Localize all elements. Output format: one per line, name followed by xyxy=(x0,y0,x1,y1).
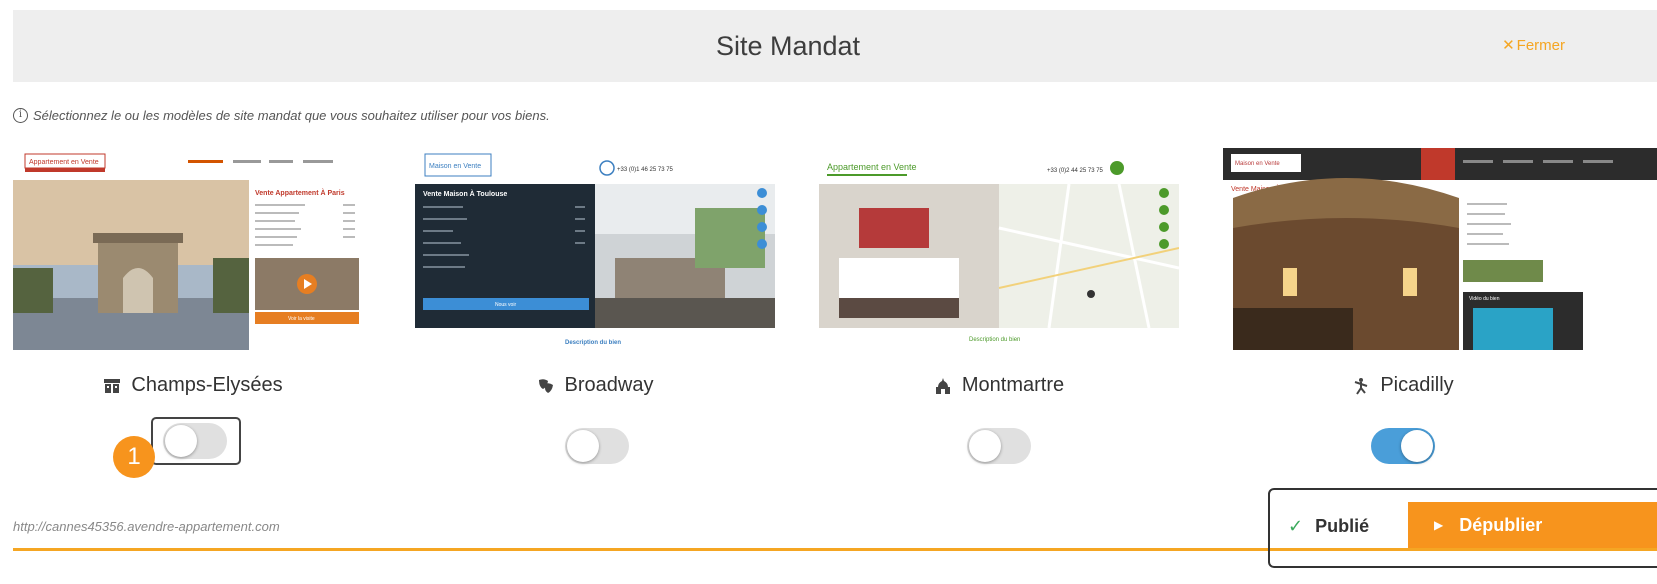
dancer-icon xyxy=(1354,377,1368,395)
close-icon: ✕ xyxy=(1502,37,1515,54)
modal-header: Site Mandat ✕ Fermer xyxy=(13,10,1657,82)
thumb-video: Vidéo du bien xyxy=(1469,296,1500,302)
info-message: i Sélectionnez le ou les modèles de site… xyxy=(13,108,550,123)
thumb-logo: Appartement en Vente xyxy=(29,159,99,166)
toggle-knob xyxy=(969,430,1001,462)
template-title: Picadilly xyxy=(1223,374,1583,397)
masks-icon xyxy=(538,378,553,393)
theater-icon xyxy=(104,378,121,393)
thumb-phone: +33 (0)1 46 25 73 75 xyxy=(617,167,674,173)
site-url: http://cannes45356.avendre-appartement.c… xyxy=(13,519,280,534)
toggle-knob xyxy=(1401,430,1433,462)
template-name: Montmartre xyxy=(961,374,1065,396)
thumb-phone: +33 (0)2 44 25 73 75 xyxy=(1047,168,1104,174)
check-icon: ✓ xyxy=(1288,516,1304,536)
template-preview[interactable]: Appartement en Vente Vente Appartement À… xyxy=(13,148,373,350)
close-label: Fermer xyxy=(1516,37,1565,54)
info-text: Sélectionnez le ou les modèles de site m… xyxy=(33,108,550,123)
template-preview[interactable]: Appartement en Vente +33 (0)2 44 25 73 7… xyxy=(819,148,1179,350)
sacre-coeur-icon xyxy=(935,377,950,394)
template-preview[interactable]: Maison en Vente +33 (0)1 46 25 73 75 Ven… xyxy=(415,148,775,350)
annotation-badge: 1 xyxy=(113,436,155,478)
close-button[interactable]: ✕ Fermer xyxy=(1502,10,1565,82)
publish-status-label: Publié xyxy=(1315,516,1370,536)
thumb-logo: Maison en Vente xyxy=(1235,161,1280,167)
template-name: Picadilly xyxy=(1380,374,1454,396)
toggle-knob xyxy=(567,430,599,462)
highlight-frame xyxy=(151,417,241,465)
template-toggle[interactable] xyxy=(565,428,629,464)
thumb-cta: Nous voir xyxy=(495,302,516,308)
template-toggle[interactable] xyxy=(967,428,1031,464)
info-icon: i xyxy=(13,108,28,123)
template-preview[interactable]: Maison en Vente Vente Maison À Rustrel V… xyxy=(1223,148,1657,350)
thumb-cta: Voir la visite xyxy=(288,316,315,322)
template-name: Broadway xyxy=(564,374,654,396)
thumb-listing-title: Vente Appartement À Paris xyxy=(255,188,345,197)
thumb-description: Description du bien xyxy=(565,340,621,346)
thumb-logo: Maison en Vente xyxy=(429,163,481,170)
page-title: Site Mandat xyxy=(715,31,861,61)
template-toggle[interactable] xyxy=(163,423,227,459)
template-name: Champs-Elysées xyxy=(131,374,283,396)
publish-status: ✓ Publié xyxy=(1288,502,1408,550)
template-title: Broadway xyxy=(415,374,775,397)
template-title: Montmartre xyxy=(819,374,1179,397)
thumb-listing-title: Vente Maison À Toulouse xyxy=(423,189,507,198)
thumb-logo: Appartement en Vente xyxy=(827,162,917,172)
unpublish-label: Dépublier xyxy=(1459,514,1543,535)
unpublish-button[interactable]: ▶ Dépublier xyxy=(1408,502,1657,548)
toggle-knob xyxy=(165,425,197,457)
template-title: Champs-Elysées xyxy=(13,374,373,397)
thumb-description: Description du bien xyxy=(969,337,1020,343)
template-toggle[interactable] xyxy=(1371,428,1435,464)
play-arrow-icon: ▶ xyxy=(1434,518,1444,532)
